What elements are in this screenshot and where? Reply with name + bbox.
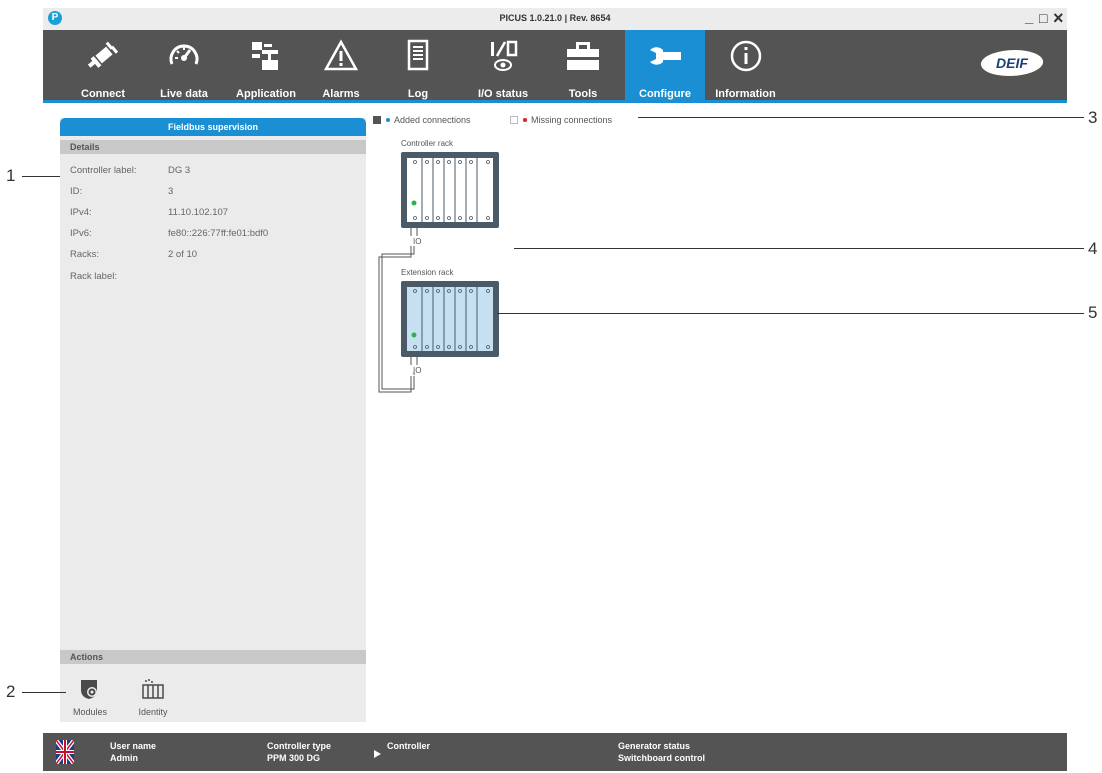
missing-dot-icon — [523, 117, 527, 122]
callout-2: 2 — [6, 682, 16, 701]
toolbar-accent-line — [43, 100, 1067, 103]
callout-1: 1 — [6, 166, 16, 185]
controller-rack[interactable] — [401, 152, 499, 228]
tab-label: Application — [236, 88, 296, 100]
tab-configure[interactable]: Configure — [625, 30, 705, 100]
action-label: Identity — [138, 707, 168, 717]
callout-3-line — [638, 117, 1084, 118]
single-line-diagram-icon — [226, 38, 306, 74]
legend-missing[interactable]: Missing connections — [510, 111, 612, 129]
detail-value: fe80::226:77ff:fe01:bdf0 — [168, 228, 269, 239]
controller-type-label: Controller type — [267, 741, 332, 751]
io-status-icon — [468, 38, 538, 74]
toolbox-icon — [553, 38, 613, 74]
window-title: PICUS 1.0.21.0 | Rev. 8654 — [499, 13, 611, 23]
legend-missing-label: Missing connections — [531, 114, 613, 125]
callout-3: 3 — [1088, 108, 1098, 127]
tab-information[interactable]: Information — [708, 30, 783, 100]
uk-flag-icon[interactable] — [56, 740, 74, 764]
callout-2-line — [22, 692, 66, 693]
detail-value: 3 — [168, 186, 174, 197]
status-bar: User name Admin Controller type PPM 300 … — [43, 733, 1067, 771]
identity-button[interactable]: Identity — [128, 678, 178, 717]
tab-label: Log — [407, 88, 429, 100]
tab-tools[interactable]: Tools — [553, 30, 613, 100]
tab-live-data[interactable]: Live data — [152, 30, 216, 100]
tab-label: Live data — [160, 88, 208, 100]
callout-1-line — [22, 176, 60, 177]
rack-diagram — [378, 152, 499, 393]
tab-connect[interactable]: Connect — [73, 30, 133, 100]
extension-rack[interactable] — [401, 281, 499, 357]
detail-value: 2 of 10 — [168, 249, 198, 260]
info-circle-icon — [708, 38, 783, 74]
maximize-button[interactable]: □ — [1039, 9, 1047, 27]
tab-io-status[interactable]: I/O status — [468, 30, 538, 100]
detail-value: DG 3 — [168, 165, 191, 176]
modules-gear-shield-icon — [81, 680, 97, 699]
main-toolbar: Connect Live data Application Alarms Log… — [43, 30, 1067, 100]
actions-heading: Actions — [60, 650, 366, 664]
tab-application[interactable]: Application — [226, 30, 306, 100]
identity-rack-icon — [142, 679, 164, 699]
user-name-label: User name — [110, 741, 157, 751]
log-document-icon — [393, 38, 443, 74]
callout-4-line — [514, 248, 1084, 249]
details-heading: Details — [60, 140, 366, 154]
tab-label: Configure — [639, 88, 691, 100]
controller-label: Controller — [387, 741, 431, 751]
added-checkbox[interactable] — [373, 115, 381, 124]
action-label: Modules — [72, 707, 108, 717]
tab-label: Information — [715, 88, 776, 100]
generator-status-value: Switchboard control — [618, 753, 706, 763]
wrench-icon — [625, 38, 705, 74]
tab-label: Tools — [568, 88, 598, 100]
modules-button[interactable]: Modules — [65, 678, 115, 717]
tab-label: Alarms — [322, 88, 360, 100]
user-name-value: Admin — [110, 753, 138, 763]
tab-alarms[interactable]: Alarms — [311, 30, 371, 100]
title-bar: P PICUS 1.0.21.0 | Rev. 8654 _ □ × — [43, 8, 1067, 30]
detail-key: Controller label: — [70, 165, 137, 176]
minimize-button[interactable]: _ — [1025, 9, 1033, 27]
tab-log[interactable]: Log — [393, 30, 443, 100]
tab-label: Connect — [81, 88, 125, 100]
generator-status-label: Generator status — [618, 741, 691, 751]
legend-added[interactable]: Added connections — [373, 111, 471, 129]
controller-type-value: PPM 300 DG — [267, 753, 321, 763]
legend-added-label: Added connections — [394, 114, 471, 125]
deif-logo: DEIF — [978, 50, 1046, 76]
panel-title: Fieldbus supervision — [60, 118, 366, 136]
missing-checkbox[interactable] — [510, 115, 518, 124]
warning-triangle-icon — [311, 38, 371, 74]
callout-4: 4 — [1088, 239, 1098, 258]
gauge-icon — [152, 38, 216, 74]
callout-5: 5 — [1088, 303, 1098, 322]
play-arrow-icon — [374, 750, 381, 758]
detail-key: ID: — [70, 186, 83, 197]
plug-icon — [73, 38, 133, 74]
fieldbus-supervision-panel: Fieldbus supervision Details Controller … — [60, 118, 366, 722]
detail-key: Racks: — [70, 249, 100, 260]
detail-value: 11.10.102.107 — [168, 207, 229, 218]
detail-key: Rack label: — [70, 271, 117, 282]
tab-label: I/O status — [477, 88, 529, 100]
callout-5-line — [497, 313, 1084, 314]
close-button[interactable]: × — [1053, 9, 1064, 27]
added-dot-icon — [386, 117, 390, 122]
detail-key: IPv4: — [70, 207, 92, 218]
detail-key: IPv6: — [70, 228, 92, 239]
